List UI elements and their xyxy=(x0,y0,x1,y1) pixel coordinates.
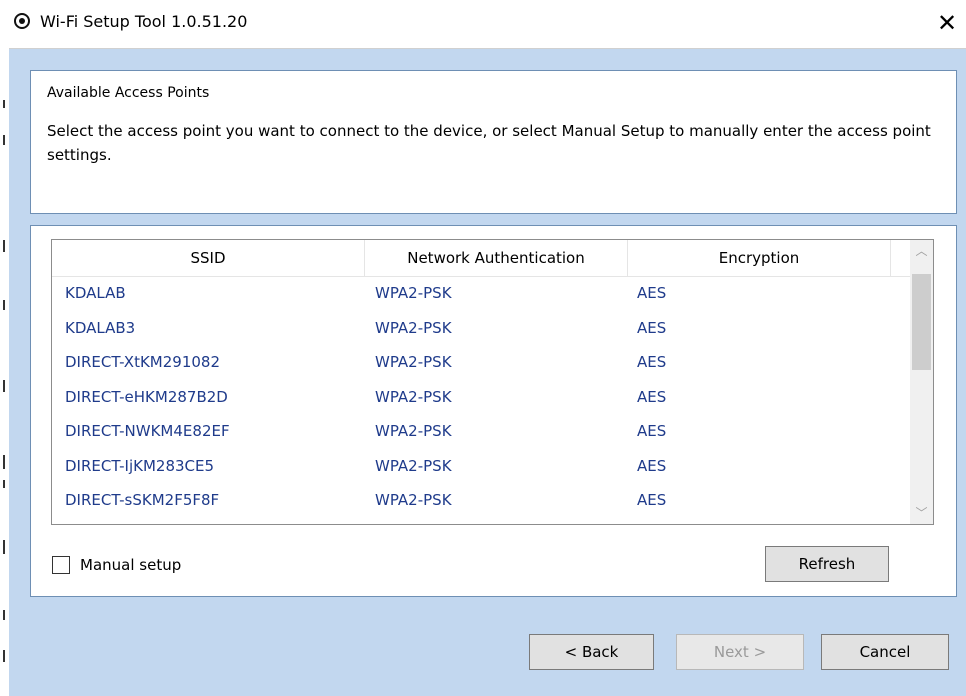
table-row[interactable]: KDALAB WPA2-PSK AES xyxy=(52,276,910,311)
table-row[interactable]: DIRECT-eHKM287B2D WPA2-PSK AES xyxy=(52,380,910,415)
access-point-panel: SSID Network Authentication Encryption K… xyxy=(30,225,957,597)
auth-cell: WPA2-PSK xyxy=(375,318,452,337)
next-button[interactable]: Next > xyxy=(676,634,804,670)
radio-button-icon xyxy=(14,13,30,29)
back-button[interactable]: < Back xyxy=(529,634,654,670)
encryption-cell: AES xyxy=(637,387,667,406)
encryption-cell: AES xyxy=(637,491,667,509)
manual-setup-checkbox[interactable] xyxy=(52,556,70,574)
auth-cell: WPA2-PSK xyxy=(375,284,452,302)
vertical-scrollbar[interactable]: ︿ ﹀ xyxy=(910,240,933,524)
page-heading: Available Access Points xyxy=(47,85,210,101)
ssid-cell: DIRECT-sSKM2F5F8F xyxy=(65,491,220,509)
manual-setup-label[interactable]: Manual setup xyxy=(80,556,181,574)
auth-cell: WPA2-PSK xyxy=(375,353,452,371)
encryption-cell: AES xyxy=(637,284,667,302)
window-title: Wi-Fi Setup Tool 1.0.51.20 xyxy=(40,12,248,31)
table-row[interactable]: DIRECT-XtKM291082 WPA2-PSK AES xyxy=(52,345,910,380)
auth-cell: WPA2-PSK xyxy=(375,422,452,440)
table-row[interactable]: DIRECT-sSKM2F5F8F WPA2-PSK AES xyxy=(52,483,910,518)
table-row[interactable]: DIRECT-NWKM4E82EF WPA2-PSK AES xyxy=(52,414,910,449)
scrollbar-thumb[interactable] xyxy=(912,274,931,370)
table-row[interactable]: DIRECT-IjKM283CE5 WPA2-PSK AES xyxy=(52,449,910,484)
column-header-ssid[interactable]: SSID xyxy=(52,240,365,276)
page-description: Select the access point you want to conn… xyxy=(47,122,931,164)
refresh-button[interactable]: Refresh xyxy=(765,546,889,582)
ssid-cell: DIRECT-eHKM287B2D xyxy=(65,387,228,406)
encryption-cell: AES xyxy=(637,422,667,440)
wifi-setup-window: Wi-Fi Setup Tool 1.0.51.20 ✕ Available A… xyxy=(9,0,966,696)
header-panel: Available Access Points Select the acces… xyxy=(30,70,957,214)
chevron-up-icon[interactable]: ︿ xyxy=(910,242,933,260)
encryption-cell: AES xyxy=(637,318,667,337)
ssid-cell: DIRECT-IjKM283CE5 xyxy=(65,456,215,475)
table-row[interactable]: KDALAB3 WPA2-PSK AES xyxy=(52,311,910,346)
title-bar: Wi-Fi Setup Tool 1.0.51.20 ✕ xyxy=(9,0,966,49)
ssid-cell: DIRECT-NWKM4E82EF xyxy=(65,422,230,440)
close-button[interactable]: ✕ xyxy=(932,8,962,38)
column-header-network-authentication[interactable]: Network Authentication xyxy=(365,240,628,276)
table-body: KDALAB WPA2-PSK AES KDALAB3 WPA2-PSK AES… xyxy=(52,276,910,518)
auth-cell: WPA2-PSK xyxy=(375,387,452,406)
background-window-edge xyxy=(0,0,9,696)
auth-cell: WPA2-PSK xyxy=(375,491,452,509)
column-header-encryption[interactable]: Encryption xyxy=(628,240,891,276)
access-point-list[interactable]: SSID Network Authentication Encryption K… xyxy=(51,239,934,525)
cancel-button[interactable]: Cancel xyxy=(821,634,949,670)
encryption-cell: AES xyxy=(637,353,667,371)
table-header: SSID Network Authentication Encryption xyxy=(52,240,910,277)
close-icon: ✕ xyxy=(936,9,958,37)
auth-cell: WPA2-PSK xyxy=(375,456,452,475)
ssid-cell: DIRECT-XtKM291082 xyxy=(65,353,220,371)
chevron-down-icon[interactable]: ﹀ xyxy=(910,504,933,522)
ssid-cell: KDALAB3 xyxy=(65,318,136,337)
ssid-cell: KDALAB xyxy=(65,284,126,302)
encryption-cell: AES xyxy=(637,456,667,475)
